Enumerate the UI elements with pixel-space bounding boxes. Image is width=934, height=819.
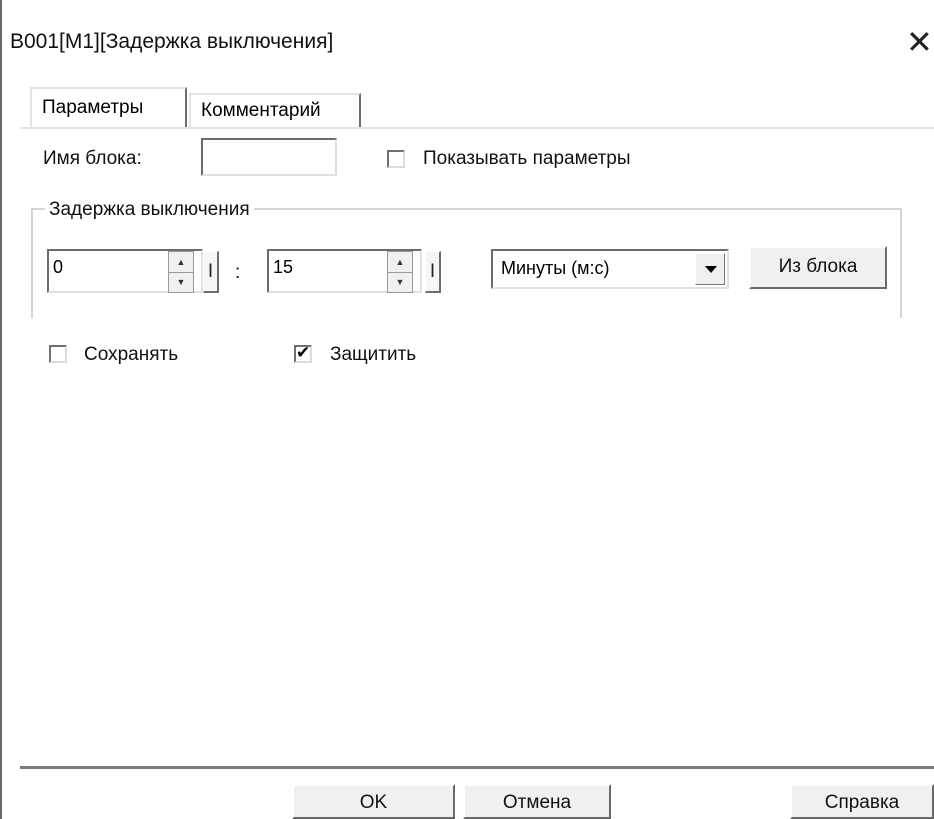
- time-unit-value: Минуты (м:с): [501, 258, 610, 278]
- chevron-down-icon[interactable]: [695, 253, 725, 285]
- seconds-param-button[interactable]: I: [425, 251, 441, 293]
- tab-page-border: [20, 127, 934, 129]
- spin-up-icon[interactable]: ▲: [388, 252, 412, 273]
- block-name-input[interactable]: [201, 138, 337, 176]
- block-name-label: Имя блока:: [43, 148, 142, 169]
- minutes-spinner[interactable]: ▲ ▼: [168, 251, 194, 293]
- seconds-spinner[interactable]: ▲ ▼: [387, 251, 413, 293]
- tab-parameters[interactable]: Параметры: [30, 87, 187, 127]
- tab-comment[interactable]: Комментарий: [189, 93, 361, 127]
- delay-group-legend: Задержка выключения: [45, 199, 254, 221]
- spin-down-icon[interactable]: ▼: [169, 272, 193, 292]
- ok-button[interactable]: OK: [292, 784, 455, 819]
- protect-label: Защитить: [330, 344, 417, 365]
- retain-checkbox[interactable]: [49, 345, 67, 363]
- time-unit-dropdown[interactable]: Минуты (м:с): [491, 249, 729, 289]
- help-button[interactable]: Справка: [790, 784, 934, 819]
- spin-down-icon[interactable]: ▼: [388, 272, 412, 292]
- retain-label: Сохранять: [84, 344, 179, 365]
- spin-up-icon[interactable]: ▲: [169, 252, 193, 273]
- time-separator: :: [235, 262, 241, 283]
- close-icon[interactable]: ✕: [906, 23, 933, 61]
- from-block-button[interactable]: Из блока: [749, 246, 887, 289]
- footer-separator-highlight: [20, 769, 934, 770]
- cancel-button[interactable]: Отмена: [463, 784, 611, 819]
- window-left-border: [0, 0, 2, 819]
- show-params-checkbox[interactable]: [387, 150, 405, 168]
- minutes-param-button[interactable]: I: [203, 251, 219, 293]
- show-params-label: Показывать параметры: [423, 148, 631, 169]
- title-bar: B001[M1][Задержка выключения] ✕: [10, 0, 934, 90]
- window-title: B001[M1][Задержка выключения]: [10, 30, 334, 53]
- protect-checkbox[interactable]: [294, 343, 312, 363]
